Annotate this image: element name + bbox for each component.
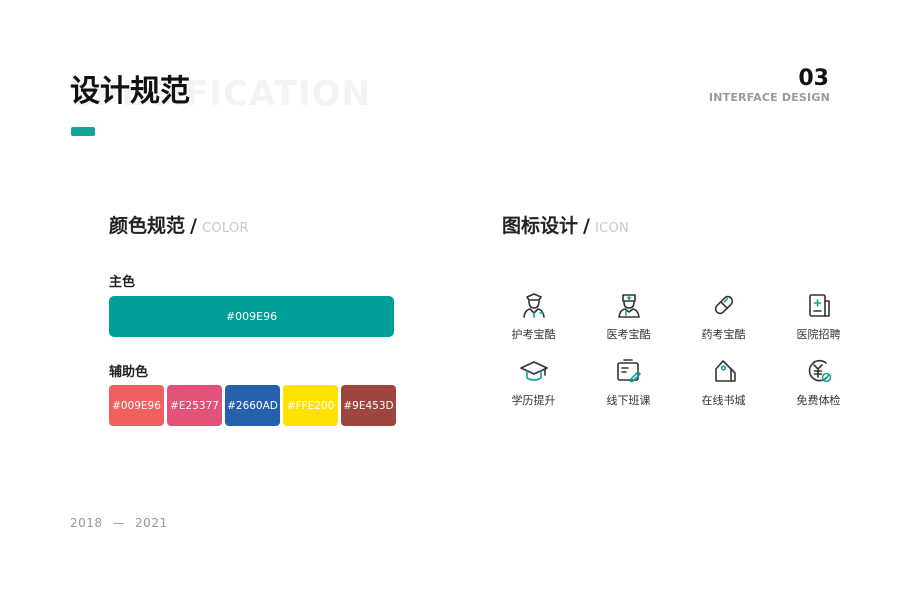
doctor-icon bbox=[617, 294, 640, 318]
icon-section-title-zh: 图标设计 bbox=[502, 215, 579, 237]
swatch-hex: #E25377 bbox=[170, 399, 219, 412]
icon-label: 医院招聘 bbox=[796, 328, 841, 341]
icon-item-bookstore: 在线书城 bbox=[676, 356, 771, 408]
primary-color-label: 主色 bbox=[109, 275, 136, 290]
icon-item-doctor: 医考宝酷 bbox=[581, 290, 676, 342]
secondary-swatch-1: #009E96 bbox=[109, 385, 164, 426]
color-section-title-zh: 颜色规范 bbox=[109, 215, 186, 237]
icon-item-nurse: 护考宝酷 bbox=[486, 290, 581, 342]
icon-item-hospital-recruit: 医院招聘 bbox=[771, 290, 866, 342]
year-dash: — bbox=[112, 516, 126, 530]
icon-item-education: 学历提升 bbox=[486, 356, 581, 408]
icon-item-offline-class: 线下班课 bbox=[581, 356, 676, 408]
swatch-hex: #009E96 bbox=[112, 399, 161, 412]
section-separator: / bbox=[190, 215, 197, 237]
primary-color-swatch: #009E96 bbox=[109, 296, 394, 337]
swatch-hex: #FFE200 bbox=[286, 399, 335, 412]
title-accent-bar bbox=[71, 127, 95, 136]
icon-grid: 护考宝酷 医考宝酷 药考宝酷 医院招聘 学历提升 线下班课 在线书城 免费体检 bbox=[486, 290, 866, 408]
secondary-swatch-row: #009E96 #E25377 #2660AD #FFE200 #9E453D bbox=[109, 385, 396, 426]
secondary-swatch-3: #2660AD bbox=[225, 385, 280, 426]
hospital-document-icon bbox=[808, 294, 830, 317]
nurse-icon bbox=[522, 293, 545, 318]
icon-section-title: 图标设计 / ICON bbox=[502, 211, 629, 238]
color-section-title-en: COLOR bbox=[201, 221, 249, 236]
swatch-hex: #2660AD bbox=[227, 399, 278, 412]
page-subtitle: INTERFACE DESIGN bbox=[708, 91, 830, 104]
icon-item-pill: 药考宝酷 bbox=[676, 290, 771, 342]
free-checkup-icon bbox=[808, 359, 831, 383]
secondary-swatch-5: #9E453D bbox=[341, 385, 396, 426]
icon-label: 线下班课 bbox=[606, 394, 651, 407]
year-start: 2018 bbox=[70, 516, 103, 530]
icon-section-title-en: ICON bbox=[594, 221, 630, 236]
year-range: 2018 — 2021 bbox=[70, 516, 168, 530]
icon-label: 在线书城 bbox=[701, 394, 746, 407]
classroom-icon bbox=[616, 359, 641, 383]
icon-item-free-checkup: 免费体检 bbox=[771, 356, 866, 408]
primary-color-hex: #009E96 bbox=[225, 310, 278, 323]
section-separator: / bbox=[583, 215, 590, 237]
icon-label: 医考宝酷 bbox=[606, 328, 651, 341]
page-number: 03 bbox=[798, 66, 829, 91]
secondary-swatch-4: #FFE200 bbox=[283, 385, 338, 426]
graduation-cap-icon bbox=[519, 361, 548, 381]
icon-label: 学历提升 bbox=[511, 394, 556, 407]
color-section-title: 颜色规范 / COLOR bbox=[109, 211, 249, 238]
swatch-hex: #9E453D bbox=[343, 399, 394, 412]
icon-label: 护考宝酷 bbox=[511, 328, 556, 341]
secondary-swatch-2: #E25377 bbox=[167, 385, 222, 426]
icon-label: 免费体检 bbox=[796, 394, 841, 407]
year-end: 2021 bbox=[135, 516, 168, 530]
pill-icon bbox=[714, 295, 733, 315]
page-title: 设计规范 bbox=[70, 74, 190, 109]
bookstore-tag-icon bbox=[714, 360, 736, 382]
icon-label: 药考宝酷 bbox=[701, 328, 746, 341]
secondary-color-label: 辅助色 bbox=[109, 365, 149, 380]
